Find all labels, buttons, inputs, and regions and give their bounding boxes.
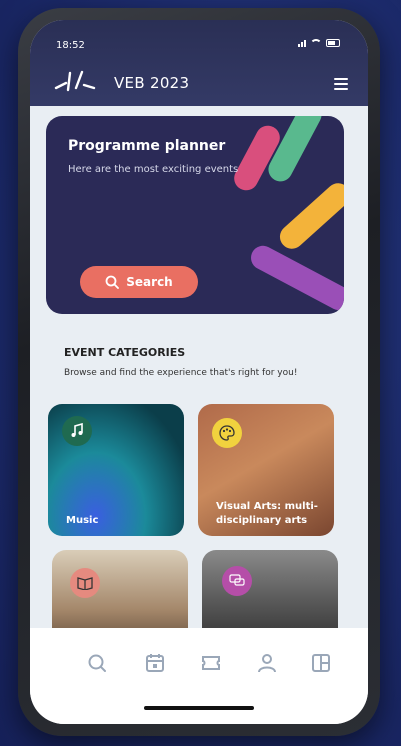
home-indicator xyxy=(144,706,254,710)
decor-stripe-purple xyxy=(246,241,344,314)
app-logo-icon xyxy=(54,70,96,92)
category-label: Music xyxy=(66,515,99,526)
category-label: Visual Arts: multi-disciplinary arts xyxy=(216,501,318,526)
app-screen: 18:52 VEB 2023 Programme planner Here ar… xyxy=(30,20,368,724)
map-icon[interactable] xyxy=(310,652,332,674)
status-time: 18:52 xyxy=(56,40,85,51)
book-icon xyxy=(70,568,100,598)
category-card-music[interactable]: Music xyxy=(48,404,184,536)
top-bar: 18:52 VEB 2023 xyxy=(30,20,368,106)
hamburger-menu-icon[interactable] xyxy=(334,78,348,93)
wifi-icon xyxy=(310,39,322,47)
hero-subtitle: Here are the most exciting events xyxy=(68,164,239,175)
search-button-label: Search xyxy=(126,275,173,289)
search-icon xyxy=(105,275,120,289)
chat-icon xyxy=(222,566,252,596)
status-icons xyxy=(298,39,340,47)
phone-frame: 18:52 VEB 2023 Programme planner Here ar… xyxy=(18,8,380,736)
hero-title: Programme planner xyxy=(68,138,226,154)
music-icon xyxy=(62,416,92,446)
decor-stripe-yellow xyxy=(275,178,344,254)
search-icon[interactable] xyxy=(86,652,108,674)
battery-icon xyxy=(326,39,340,47)
ticket-icon[interactable] xyxy=(200,652,222,674)
programme-planner-card: Programme planner Here are the most exci… xyxy=(46,116,344,314)
calendar-icon[interactable] xyxy=(144,652,166,674)
search-button[interactable]: Search xyxy=(80,266,198,298)
categories-title: EVENT CATEGORIES xyxy=(64,346,186,359)
palette-icon xyxy=(212,418,242,448)
category-card-visual-arts[interactable]: Visual Arts: multi-disciplinary arts xyxy=(198,404,334,536)
bottom-tab-bar xyxy=(30,628,368,724)
app-title: VEB 2023 xyxy=(114,74,190,92)
profile-icon[interactable] xyxy=(256,652,278,674)
signal-icon xyxy=(298,39,306,47)
categories-subtitle: Browse and find the experience that's ri… xyxy=(64,368,298,378)
